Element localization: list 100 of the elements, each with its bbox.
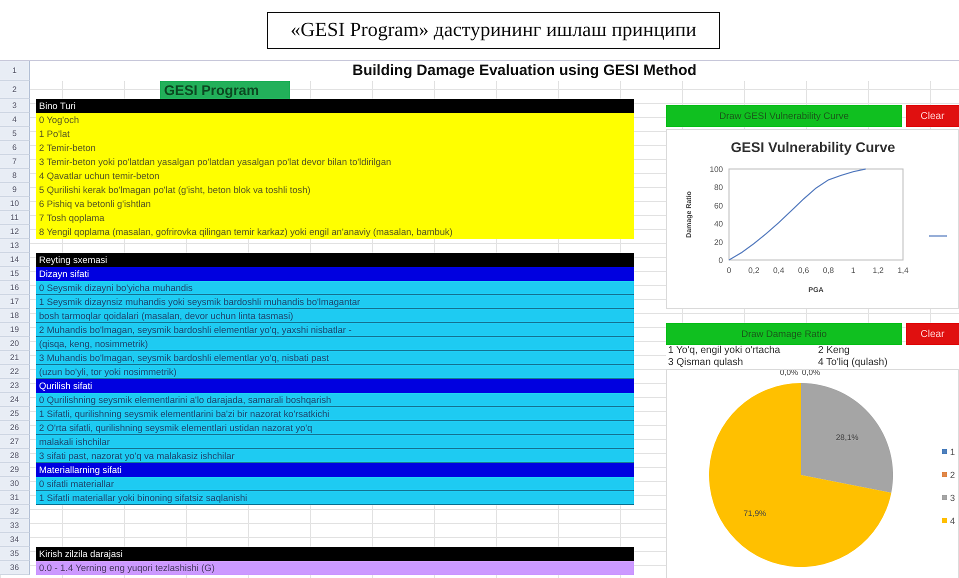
row-number: 7 [0,155,30,169]
table-cell: Materiallarning sifati [36,463,634,477]
tick-label: 20 [714,238,723,247]
row-number: 22 [0,365,30,379]
table-cell: 1 Sifatli materiallar yoki binoning sifatsiz saqlanishi [36,491,634,505]
table-cell: Reyting sxemasi [36,253,634,267]
table-cell: Dizayn sifati [36,267,634,281]
draw-curve-button[interactable]: Draw GESI Vulnerability Curve [666,105,902,127]
row-number: 32 [0,505,30,519]
table-cell: 0 Seysmik dizayni bo'yicha muhandis [36,281,634,295]
caption: «GESI Program» дастурининг ишлаш принципи [267,12,720,48]
table-cell: 1 Seysmik dizaynsiz muhandis yoki seysmik bardoshli muhandis bo'lmagantar [36,295,634,309]
table-cell: 0.0 - 1.4 Yerning eng yuqori tezlashishi (G) [36,561,634,575]
row-number: 18 [0,309,30,323]
row-number: 35 [0,547,30,561]
table-cell: 1 Sifatli, qurilishning seysmik elementlarini ba'zi bir nazorat ko'rsatkichi [36,407,634,421]
legend-text: 1 Yo'q, engil yoki o'rtacha [668,345,782,357]
tick-label: 1,4 [897,266,909,275]
legend-label: 4 [950,516,956,526]
clear-button[interactable]: Clear [906,323,959,345]
tick-label: 100 [710,165,723,174]
table-cell: malakali ishchilar [36,435,634,449]
table-cell: 8 Yengil qoplama (masalan, gofrirovka qilingan temir karkaz) yoki engil an'anaviy (masalan, bambuk) [36,225,634,239]
tick-label: 80 [714,183,723,192]
row-number: 10 [0,197,30,211]
row-number: 26 [0,421,30,435]
table-cell: Kirish zilzila darajasi [36,547,634,561]
row-number: 20 [0,337,30,351]
row-number: 5 [0,127,30,141]
row-number: 16 [0,281,30,295]
row-number: 8 [0,169,30,183]
table-cell: Bino Turi [36,99,634,113]
table-cell: 0 Qurilishning seysmik elementlarini a'lo darajada, samarali boshqarish [36,393,634,407]
program-label: GESI Program [160,81,290,99]
tick-label: 0 [718,256,723,265]
tick-label: 0,4 [773,266,784,275]
row-number: 30 [0,477,30,491]
row-number: 11 [0,211,30,225]
table-cell: 3 Muhandis bo'lmagan, seysmik bardoshli elementlar yo'q, nisbati past [36,351,634,365]
row-number: 3 [0,99,30,113]
tick-label: 0,2 [748,266,760,275]
data-label: 71,9% [743,508,766,518]
table-cell: 2 Temir-beton [36,141,634,155]
legend-label: 2 [950,470,956,480]
row-number: 1 [0,61,30,81]
legend-swatch-icon [942,449,947,454]
row-number: 17 [0,295,30,309]
table-cell: 3 Temir-beton yoki po'latdan yasalgan po'latdan yasalgan po'lat devor bilan to'ldirilgan [36,155,634,169]
row-number: 9 [0,183,30,197]
table-cell: Qurilish sifati [36,379,634,393]
draw-damage-button[interactable]: Draw Damage Ratio [666,323,902,345]
legend-text: 4 To'liq (qulash) [818,357,889,369]
row-number: 36 [0,561,30,575]
row-number: 24 [0,393,30,407]
row-number: 15 [0,267,30,281]
legend-label: 1 [950,447,956,457]
table-cell: (qisqa, keng, nosimmetrik) [36,337,634,351]
table-cell: bosh tarmoqlar qoidalari (masalan, devor uchun linta tasmasi) [36,309,634,323]
chart-title: GESI Vulnerability Curve [730,139,896,155]
legend-label: 3 [950,493,956,503]
legend-line-icon [929,235,947,237]
table-cell: 0 sifatli materiallar [36,477,634,491]
row-number: 12 [0,225,30,239]
row-number: 2 [0,81,30,99]
tick-label: 1 [851,266,856,275]
row-number: 6 [0,141,30,155]
legend-swatch-icon [942,495,947,500]
tick-label: 1,2 [872,266,884,275]
table-cell: 7 Tosh qoplama [36,211,634,225]
row-number: 13 [0,239,30,253]
sheet-title: Building Damage Evaluation using GESI Method [351,61,698,81]
row-number: 27 [0,435,30,449]
tick-label: 60 [714,201,723,210]
row-number: 34 [0,533,30,547]
row-number: 25 [0,407,30,421]
table-cell: 3 sifati past, nazorat yo'q va malakasiz ishchilar [36,449,634,463]
tick-label: 0,8 [822,266,834,275]
legend-text: 2 Keng [818,345,851,357]
clear-button[interactable]: Clear [906,105,959,127]
table-cell: 0 Yog'och [36,113,634,127]
table-cell: 4 Qavatlar uchun temir-beton [36,169,634,183]
table-cell: 2 O'rta sifatli, qurilishning seysmik elementlari ustidan nazorat yo'q [36,421,634,435]
row-number: 23 [0,379,30,393]
row-number: 29 [0,463,30,477]
row-number: 21 [0,351,30,365]
row-number: 19 [0,323,30,337]
row-number: 31 [0,491,30,505]
tick-label: 0,6 [798,266,810,275]
row-number: 4 [0,113,30,127]
table-cell: (uzun bo'yli, tor yoki nosimmetrik) [36,365,634,379]
tick-label: 40 [714,220,723,229]
legend-swatch-icon [942,518,947,523]
legend-text: 3 Qisman qulash [668,357,744,369]
table-cell: 1 Po'lat [36,127,634,141]
table-cell: 5 Qurilishi kerak bo'lmagan po'lat (g'isht, beton blok va toshli tosh) [36,183,634,197]
tick-label: 0 [726,266,732,275]
row-number: 33 [0,519,30,533]
row-number: 14 [0,253,30,267]
row-number: 28 [0,449,30,463]
data-label: 28,1% [836,433,859,442]
